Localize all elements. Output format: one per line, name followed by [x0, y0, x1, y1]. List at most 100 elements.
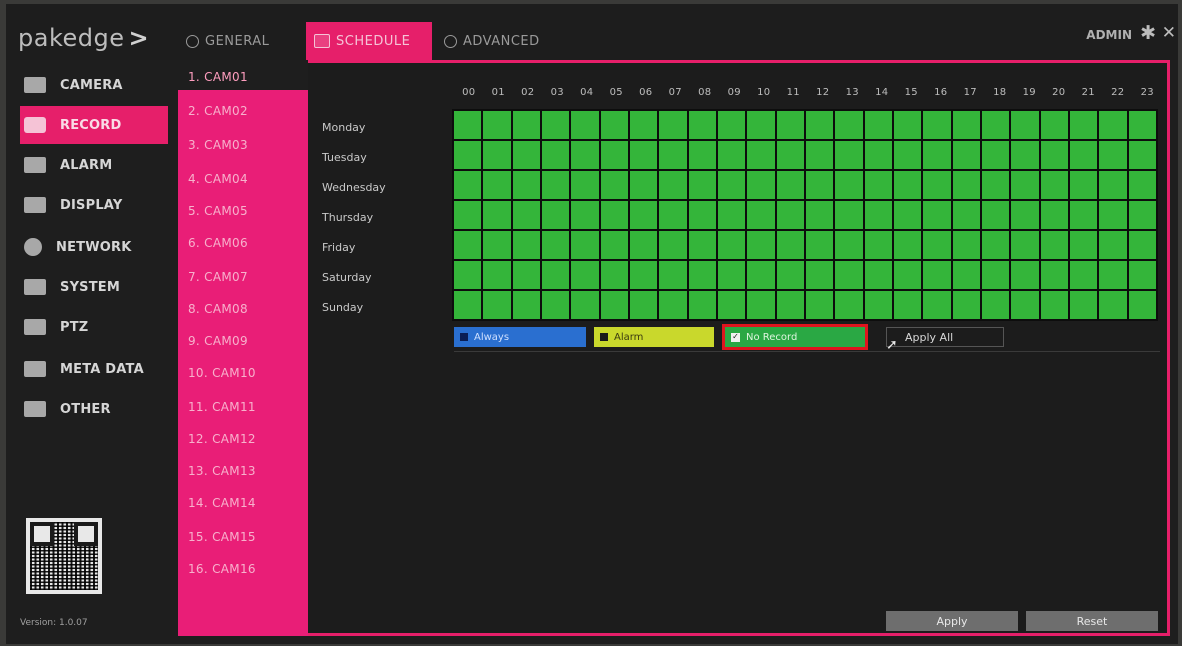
- schedule-cell[interactable]: [542, 201, 570, 229]
- camera-item-4[interactable]: 4. CAM04: [188, 172, 248, 186]
- schedule-cell[interactable]: [542, 111, 570, 139]
- schedule-cell[interactable]: [747, 171, 775, 199]
- schedule-cell[interactable]: [776, 201, 804, 229]
- schedule-cell[interactable]: [982, 231, 1010, 259]
- schedule-cell[interactable]: [747, 291, 775, 319]
- schedule-cell[interactable]: [454, 261, 482, 289]
- schedule-cell[interactable]: [630, 261, 658, 289]
- schedule-cell[interactable]: [659, 111, 687, 139]
- schedule-cell[interactable]: [806, 231, 834, 259]
- schedule-cell[interactable]: [1070, 201, 1098, 229]
- schedule-cell[interactable]: [894, 171, 922, 199]
- schedule-cell[interactable]: [1070, 291, 1098, 319]
- gear-icon[interactable]: ✱: [1140, 22, 1156, 44]
- apply-button[interactable]: Apply: [886, 611, 1018, 631]
- reset-button[interactable]: Reset: [1026, 611, 1158, 631]
- schedule-cell[interactable]: [571, 291, 599, 319]
- schedule-cell[interactable]: [483, 141, 511, 169]
- schedule-cell[interactable]: [1128, 291, 1156, 319]
- user-label[interactable]: ADMIN: [1086, 28, 1132, 42]
- schedule-cell[interactable]: [923, 111, 951, 139]
- schedule-cell[interactable]: [1040, 261, 1068, 289]
- sidebar-item-other[interactable]: OTHER: [20, 390, 178, 428]
- sidebar-item-meta-data[interactable]: META DATA: [20, 350, 178, 388]
- schedule-cell[interactable]: [1040, 231, 1068, 259]
- schedule-cell[interactable]: [952, 201, 980, 229]
- no-record-checkbox[interactable]: ✓: [731, 332, 740, 342]
- schedule-cell[interactable]: [952, 231, 980, 259]
- schedule-cell[interactable]: [512, 111, 540, 139]
- schedule-cell[interactable]: [659, 231, 687, 259]
- schedule-grid[interactable]: [452, 109, 1158, 321]
- camera-item-8[interactable]: 8. CAM08: [188, 302, 248, 316]
- schedule-cell[interactable]: [1011, 171, 1039, 199]
- schedule-cell[interactable]: [1128, 231, 1156, 259]
- schedule-cell[interactable]: [776, 171, 804, 199]
- close-icon[interactable]: ✕: [1162, 23, 1176, 43]
- tab-schedule[interactable]: SCHEDULE: [306, 22, 432, 60]
- schedule-cell[interactable]: [718, 141, 746, 169]
- schedule-cell[interactable]: [1128, 201, 1156, 229]
- schedule-cell[interactable]: [512, 201, 540, 229]
- legend-no-record[interactable]: ✓ No Record: [722, 324, 868, 350]
- schedule-cell[interactable]: [864, 201, 892, 229]
- schedule-cell[interactable]: [923, 201, 951, 229]
- tab-general[interactable]: GENERAL: [178, 22, 296, 60]
- schedule-cell[interactable]: [776, 231, 804, 259]
- apply-all-button[interactable]: Apply All: [886, 327, 1004, 347]
- schedule-cell[interactable]: [1128, 261, 1156, 289]
- schedule-cell[interactable]: [571, 231, 599, 259]
- schedule-cell[interactable]: [1070, 111, 1098, 139]
- schedule-cell[interactable]: [806, 291, 834, 319]
- schedule-cell[interactable]: [952, 111, 980, 139]
- schedule-cell[interactable]: [600, 111, 628, 139]
- schedule-cell[interactable]: [1011, 261, 1039, 289]
- schedule-cell[interactable]: [806, 261, 834, 289]
- schedule-cell[interactable]: [806, 141, 834, 169]
- schedule-cell[interactable]: [483, 231, 511, 259]
- schedule-cell[interactable]: [923, 291, 951, 319]
- camera-item-12[interactable]: 12. CAM12: [188, 432, 256, 446]
- schedule-cell[interactable]: [571, 111, 599, 139]
- sidebar-item-alarm[interactable]: ALARM: [20, 146, 178, 184]
- camera-item-13[interactable]: 13. CAM13: [188, 464, 256, 478]
- schedule-cell[interactable]: [512, 141, 540, 169]
- schedule-cell[interactable]: [630, 141, 658, 169]
- schedule-cell[interactable]: [630, 201, 658, 229]
- schedule-cell[interactable]: [454, 231, 482, 259]
- schedule-cell[interactable]: [806, 171, 834, 199]
- schedule-cell[interactable]: [747, 201, 775, 229]
- schedule-cell[interactable]: [1070, 141, 1098, 169]
- schedule-cell[interactable]: [1128, 171, 1156, 199]
- schedule-cell[interactable]: [688, 201, 716, 229]
- schedule-cell[interactable]: [864, 171, 892, 199]
- schedule-cell[interactable]: [571, 141, 599, 169]
- schedule-cell[interactable]: [776, 111, 804, 139]
- schedule-cell[interactable]: [1128, 141, 1156, 169]
- schedule-cell[interactable]: [1070, 171, 1098, 199]
- camera-item-14[interactable]: 14. CAM14: [188, 496, 256, 510]
- schedule-cell[interactable]: [718, 261, 746, 289]
- schedule-cell[interactable]: [835, 291, 863, 319]
- schedule-cell[interactable]: [718, 201, 746, 229]
- sidebar-item-display[interactable]: DISPLAY: [20, 186, 178, 224]
- schedule-cell[interactable]: [894, 201, 922, 229]
- schedule-cell[interactable]: [1011, 141, 1039, 169]
- schedule-cell[interactable]: [952, 141, 980, 169]
- schedule-cell[interactable]: [571, 171, 599, 199]
- schedule-cell[interactable]: [512, 291, 540, 319]
- schedule-cell[interactable]: [483, 171, 511, 199]
- schedule-cell[interactable]: [1040, 201, 1068, 229]
- schedule-cell[interactable]: [718, 111, 746, 139]
- sidebar-item-network[interactable]: NETWORK: [20, 228, 178, 266]
- schedule-cell[interactable]: [600, 231, 628, 259]
- schedule-cell[interactable]: [864, 231, 892, 259]
- schedule-cell[interactable]: [454, 171, 482, 199]
- schedule-cell[interactable]: [571, 261, 599, 289]
- schedule-cell[interactable]: [630, 291, 658, 319]
- schedule-cell[interactable]: [982, 261, 1010, 289]
- camera-item-9[interactable]: 9. CAM09: [188, 334, 248, 348]
- schedule-cell[interactable]: [864, 111, 892, 139]
- schedule-cell[interactable]: [952, 261, 980, 289]
- schedule-cell[interactable]: [952, 171, 980, 199]
